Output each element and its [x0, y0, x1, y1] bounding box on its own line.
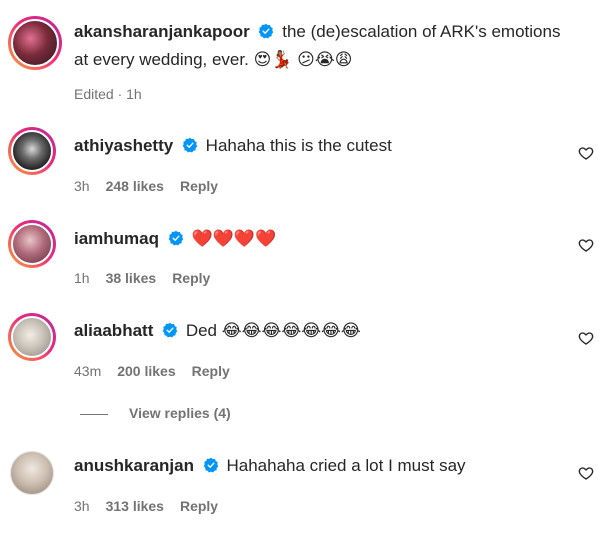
- replies-divider: [80, 414, 108, 415]
- verified-badge-icon: [162, 322, 178, 338]
- verified-badge-icon: [168, 230, 183, 246]
- comment-row: iamhumaq ❤️❤️❤️❤️: [74, 225, 562, 253]
- comment-text: Hahaha this is the cutest: [205, 136, 392, 155]
- avatar-akansharanjankapoor[interactable]: [8, 16, 62, 70]
- comment-likes[interactable]: 200 likes: [117, 363, 175, 379]
- comment-username[interactable]: athiyashetty: [74, 136, 173, 155]
- comment-time: 43m: [74, 363, 102, 379]
- comment-time: 3h: [74, 178, 90, 194]
- comment-time: 3h: [74, 498, 90, 514]
- like-heart-icon[interactable]: [578, 330, 594, 346]
- comment-likes[interactable]: 38 likes: [106, 270, 157, 286]
- caption-username[interactable]: akansharanjankapoor: [74, 22, 250, 41]
- reply-button[interactable]: Reply: [172, 270, 210, 286]
- like-heart-icon[interactable]: [578, 145, 594, 161]
- like-heart-icon[interactable]: [578, 465, 594, 481]
- avatar-aliaabhatt[interactable]: [8, 313, 56, 361]
- comment-likes[interactable]: 248 likes: [106, 178, 164, 194]
- comment-text: Hahahaha cried a lot I must say: [226, 456, 466, 475]
- avatar-athiyashetty[interactable]: [8, 127, 56, 175]
- comment-meta: 3h 313 likes Reply: [74, 498, 218, 514]
- comment-row: aliaabhatt Ded 😂😂😂😂😂😂😂: [74, 317, 562, 345]
- caption: akansharanjankapoor the (de)escalation o…: [74, 18, 562, 74]
- reply-button[interactable]: Reply: [180, 178, 218, 194]
- avatar-iamhumaq[interactable]: [8, 220, 56, 268]
- comment-likes[interactable]: 313 likes: [106, 498, 164, 514]
- verified-badge-icon: [203, 457, 218, 473]
- comment-meta: 1h 38 likes Reply: [74, 270, 210, 286]
- verified-badge-icon: [259, 23, 274, 39]
- comment-row: anushkaranjan Hahahaha cried a lot I mus…: [74, 452, 562, 480]
- comment-text: ❤️❤️❤️❤️: [191, 229, 277, 248]
- comment-row: athiyashetty Hahaha this is the cutest: [74, 132, 562, 160]
- like-heart-icon[interactable]: [578, 237, 594, 253]
- comment-meta: 43m 200 likes Reply: [74, 363, 230, 379]
- view-replies-button[interactable]: View replies (4): [129, 405, 231, 421]
- caption-emojis: 😍💃🏽 😕😭😩: [253, 50, 353, 69]
- reply-button[interactable]: Reply: [180, 498, 218, 514]
- edited-label: Edited · 1h: [74, 86, 142, 102]
- caption-meta: Edited · 1h: [74, 86, 142, 102]
- reply-button[interactable]: Reply: [192, 363, 230, 379]
- comment-username[interactable]: iamhumaq: [74, 229, 159, 248]
- comment-username[interactable]: aliaabhatt: [74, 321, 153, 340]
- avatar-anushkaranjan[interactable]: [10, 451, 54, 495]
- comment-username[interactable]: anushkaranjan: [74, 456, 194, 475]
- comment-text: Ded 😂😂😂😂😂😂😂: [185, 321, 361, 340]
- comment-meta: 3h 248 likes Reply: [74, 178, 218, 194]
- verified-badge-icon: [182, 137, 198, 153]
- comment-time: 1h: [74, 270, 90, 286]
